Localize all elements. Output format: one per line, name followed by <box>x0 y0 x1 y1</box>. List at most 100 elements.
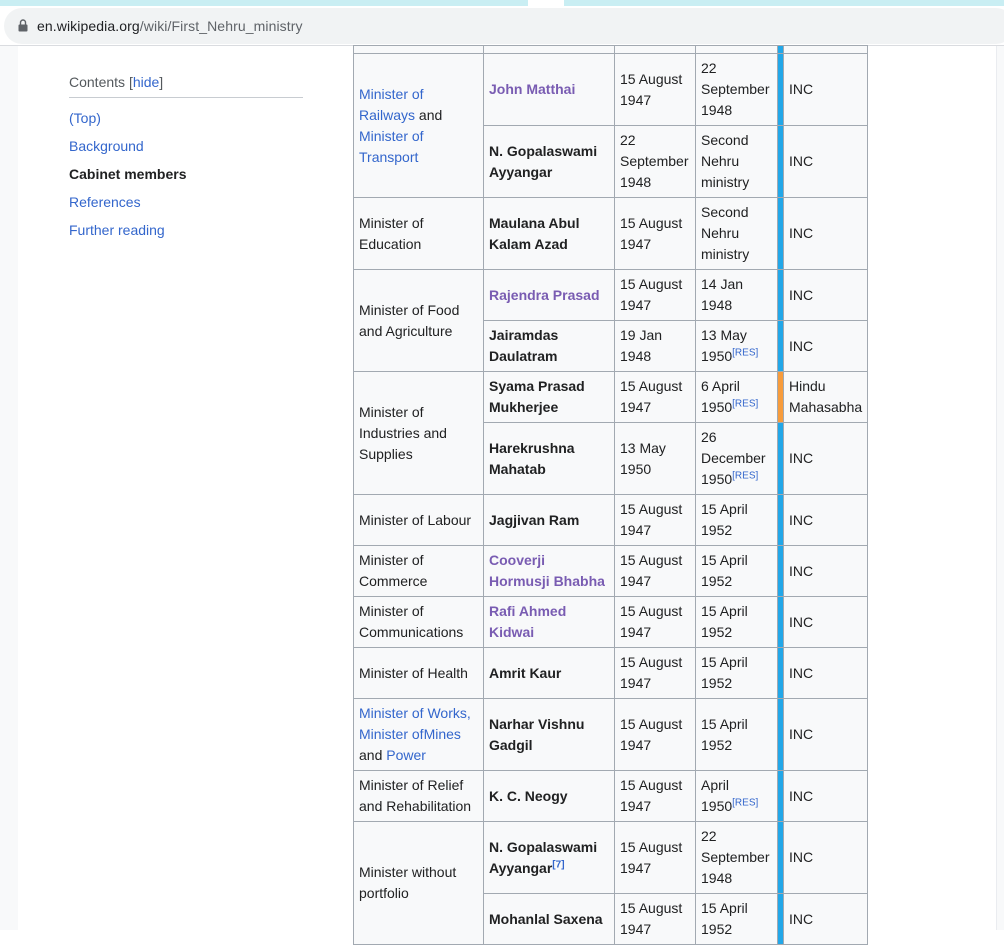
party-link[interactable]: INC <box>782 422 869 495</box>
took-office: 15 August 1947 <box>614 197 696 270</box>
party-link[interactable]: INC <box>782 821 869 894</box>
toc-hide-link[interactable]: hide <box>133 74 159 90</box>
left-office: 13 May 1950 <box>701 327 747 364</box>
minister-link[interactable]: Narhar Vishnu Gadgil <box>483 698 615 771</box>
portfolio-link[interactable]: Minister of Health <box>353 647 484 699</box>
took-office: 15 August 1947 <box>614 545 696 597</box>
minister-link[interactable]: K. C. Neogy <box>483 770 615 822</box>
party-link[interactable]: INC <box>782 125 869 198</box>
toc-title-label: Contents <box>69 74 126 90</box>
portfolio-link[interactable]: Minister of Industries and Supplies <box>353 371 484 495</box>
toc-title: Contents [hide] <box>69 74 303 98</box>
party-link[interactable]: INC <box>782 269 869 321</box>
minister-link[interactable]: N. Gopalaswami Ayyangar <box>483 125 615 198</box>
portfolio-link[interactable]: Minister of Commerce <box>353 545 484 597</box>
minister-link[interactable]: Syama Prasad Mukherjee <box>483 371 615 423</box>
left-office-cell: 26 December 1950[RES] <box>695 422 778 495</box>
scrollbar-track[interactable] <box>996 46 1004 930</box>
table-of-contents: Contents [hide] (Top) Background Cabinet… <box>69 74 303 238</box>
toc-item-top[interactable]: (Top) <box>69 110 303 126</box>
table-row: Minister of Communications Rafi Ahmed Ki… <box>353 596 869 648</box>
cabinet-members-table: Minister of Railways and Minister of Tra… <box>353 45 869 945</box>
res-note-link[interactable]: [RES] <box>732 797 758 808</box>
portfolio-link-works-mines[interactable]: Minister of Works, Minister ofMines <box>359 705 471 742</box>
minister-link[interactable]: Amrit Kaur <box>483 647 615 699</box>
portfolio-link[interactable]: Minister of Relief and Rehabilitation <box>353 770 484 822</box>
left-office: 22 September 1948 <box>695 821 778 894</box>
table-row: Minister without portfolio N. Gopalaswam… <box>353 821 869 945</box>
toc-item-background[interactable]: Background <box>69 138 303 154</box>
portfolio-link[interactable]: Minister of Food and Agriculture <box>353 269 484 372</box>
url-text[interactable]: en.wikipedia.org/wiki/First_Nehru_minist… <box>37 18 303 34</box>
portfolio-link-power[interactable]: Power <box>386 747 426 763</box>
left-office-cell: April 1950[RES] <box>695 770 778 822</box>
toc-item-cabinet-members[interactable]: Cabinet members <box>69 166 303 182</box>
toc-item-references[interactable]: References <box>69 194 303 210</box>
minister-link[interactable]: Jairamdas Daulatram <box>483 320 615 372</box>
took-office: 15 August 1947 <box>614 647 696 699</box>
took-office: 22 September 1948 <box>614 125 696 198</box>
party-link[interactable]: INC <box>782 197 869 270</box>
took-office: 15 August 1947 <box>614 893 696 945</box>
party-link[interactable]: INC <box>782 698 869 771</box>
portfolio-conjunction: and <box>415 106 443 123</box>
portfolio-cell <box>353 45 484 54</box>
party-link[interactable]: INC <box>782 53 869 126</box>
active-tab-notch <box>528 0 564 6</box>
party-link[interactable]: INC <box>782 647 869 699</box>
res-note-link[interactable]: [RES] <box>732 347 758 358</box>
left-office-cell <box>695 45 778 54</box>
minister-link[interactable]: Maulana Abul Kalam Azad <box>483 197 615 270</box>
portfolio-link[interactable]: Minister without portfolio <box>353 821 484 945</box>
left-office: Second Nehru ministry <box>695 125 778 198</box>
toc-item-further-reading[interactable]: Further reading <box>69 222 303 238</box>
took-office: 15 August 1947 <box>614 371 696 423</box>
table-row: Minister of Railways and Minister of Tra… <box>353 53 869 198</box>
portfolio-link[interactable]: Minister of Labour <box>353 494 484 546</box>
party-link[interactable]: INC <box>782 770 869 822</box>
took-office: 13 May 1950 <box>614 422 696 495</box>
url-path: /wiki/First_Nehru_ministry <box>139 18 303 34</box>
minister-link[interactable]: Harekrushna Mahatab <box>483 422 615 495</box>
minister-link[interactable]: N. Gopalaswami Ayyangar <box>489 839 597 876</box>
left-office: 15 April 1952 <box>695 893 778 945</box>
party-link[interactable]: INC <box>782 545 869 597</box>
portfolio-cell: Minister of Works, Minister ofMines and … <box>353 698 484 771</box>
address-bar[interactable]: en.wikipedia.org/wiki/First_Nehru_minist… <box>4 8 1004 44</box>
url-host: en.wikipedia.org <box>37 18 140 34</box>
party-link[interactable]: INC <box>782 893 869 945</box>
party-link[interactable]: INC <box>782 596 869 648</box>
minister-link[interactable]: Mohanlal Saxena <box>483 893 615 945</box>
left-office: Second Nehru ministry <box>695 197 778 270</box>
lock-icon[interactable] <box>18 19 28 32</box>
took-office: 15 August 1947 <box>614 698 696 771</box>
left-office: 15 April 1952 <box>695 698 778 771</box>
portfolio-link[interactable]: Minister of Communications <box>353 596 484 648</box>
took-office: 15 August 1947 <box>614 821 696 894</box>
table-row <box>353 45 869 54</box>
party-link[interactable]: Hindu Mahasabha <box>782 371 869 423</box>
minister-link[interactable]: Rajendra Prasad <box>483 269 615 321</box>
left-office: 15 April 1952 <box>695 545 778 597</box>
left-office: 22 September 1948 <box>695 53 778 126</box>
portfolio-link[interactable]: Minister of Education <box>353 197 484 270</box>
res-note-link[interactable]: [RES] <box>732 398 758 409</box>
minister-link[interactable]: John Matthai <box>483 53 615 126</box>
left-office: 15 April 1952 <box>695 647 778 699</box>
minister-cell <box>483 45 615 54</box>
minister-link[interactable]: Cooverji Hormusji Bhabha <box>483 545 615 597</box>
party-link[interactable]: INC <box>782 494 869 546</box>
left-office: 15 April 1952 <box>695 596 778 648</box>
table-row: Minister of Food and Agriculture Rajendr… <box>353 269 869 372</box>
reference-note-link[interactable]: [7] <box>552 859 564 870</box>
portfolio-link-railways[interactable]: Minister of Railways <box>359 86 424 123</box>
minister-link[interactable]: Rafi Ahmed Kidwai <box>483 596 615 648</box>
table-row: Minister of Health Amrit Kaur 15 August … <box>353 647 869 699</box>
took-office: 15 August 1947 <box>614 53 696 126</box>
party-link[interactable]: INC <box>782 320 869 372</box>
minister-link[interactable]: Jagjivan Ram <box>483 494 615 546</box>
res-note-link[interactable]: [RES] <box>732 470 758 481</box>
left-office-cell: 13 May 1950[RES] <box>695 320 778 372</box>
portfolio-link-transport[interactable]: Minister of Transport <box>359 128 424 165</box>
page-gutter <box>0 46 18 930</box>
